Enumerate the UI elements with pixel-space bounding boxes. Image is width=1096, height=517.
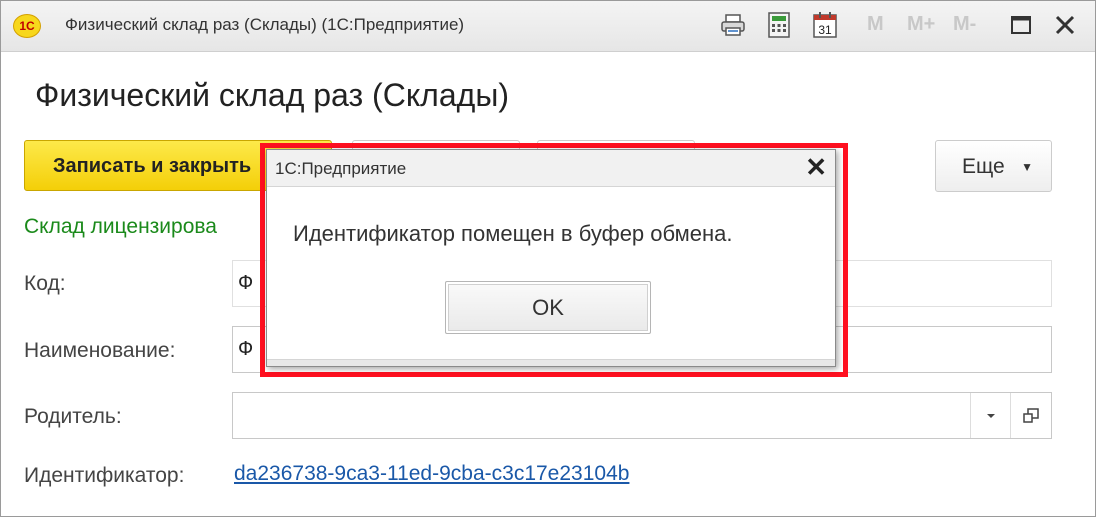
code-label: Код: [24,272,66,295]
dialog-message: Идентификатор помещен в буфер обмена. [293,221,733,246]
dialog-close-icon[interactable]: ✕ [805,152,827,182]
calculator-icon[interactable] [765,11,793,39]
identifier-link[interactable]: da236738-9ca3-11ed-9cba-c3c17e23104b [234,462,629,486]
dialog-header: 1С:Предприятие ✕ [267,150,835,187]
window-title: Физический склад раз (Склады) (1С:Предпр… [65,15,465,34]
message-dialog: 1С:Предприятие ✕ Идентификатор помещен в… [266,149,836,367]
parent-field[interactable] [232,392,1052,439]
identifier-label: Идентификатор: [24,464,185,487]
main-window: 1С Физический склад раз (Склады) (1С:Пре… [0,0,1096,517]
memory-button-m-plus[interactable]: M+ [907,13,935,36]
maximize-icon[interactable] [1007,11,1035,39]
name-label: Наименование: [24,339,176,362]
license-status-text: Склад лицензирова [24,215,217,238]
dropdown-arrow-icon[interactable] [970,393,1011,438]
more-button[interactable]: Еще ▼ [935,140,1052,192]
calendar-icon[interactable]: 31 [811,11,839,39]
open-item-icon[interactable] [1010,393,1051,438]
dialog-footer-strip [267,359,835,366]
form-title: Физический склад раз (Склады) [35,77,509,113]
close-window-icon[interactable] [1051,11,1079,39]
ok-button[interactable]: OK [445,281,651,334]
1c-logo-icon[interactable]: 1С [13,14,41,38]
print-icon[interactable] [719,11,747,39]
dialog-title: 1С:Предприятие [275,159,407,178]
more-label: Еще [962,155,1005,178]
memory-button-m-minus[interactable]: M- [953,13,976,36]
chevron-down-icon: ▼ [1021,160,1033,174]
parent-label: Родитель: [24,405,122,428]
title-bar: 1С Физический склад раз (Склады) (1С:Пре… [1,1,1095,52]
memory-button-m[interactable]: M [867,13,884,36]
calendar-day: 31 [818,23,832,37]
